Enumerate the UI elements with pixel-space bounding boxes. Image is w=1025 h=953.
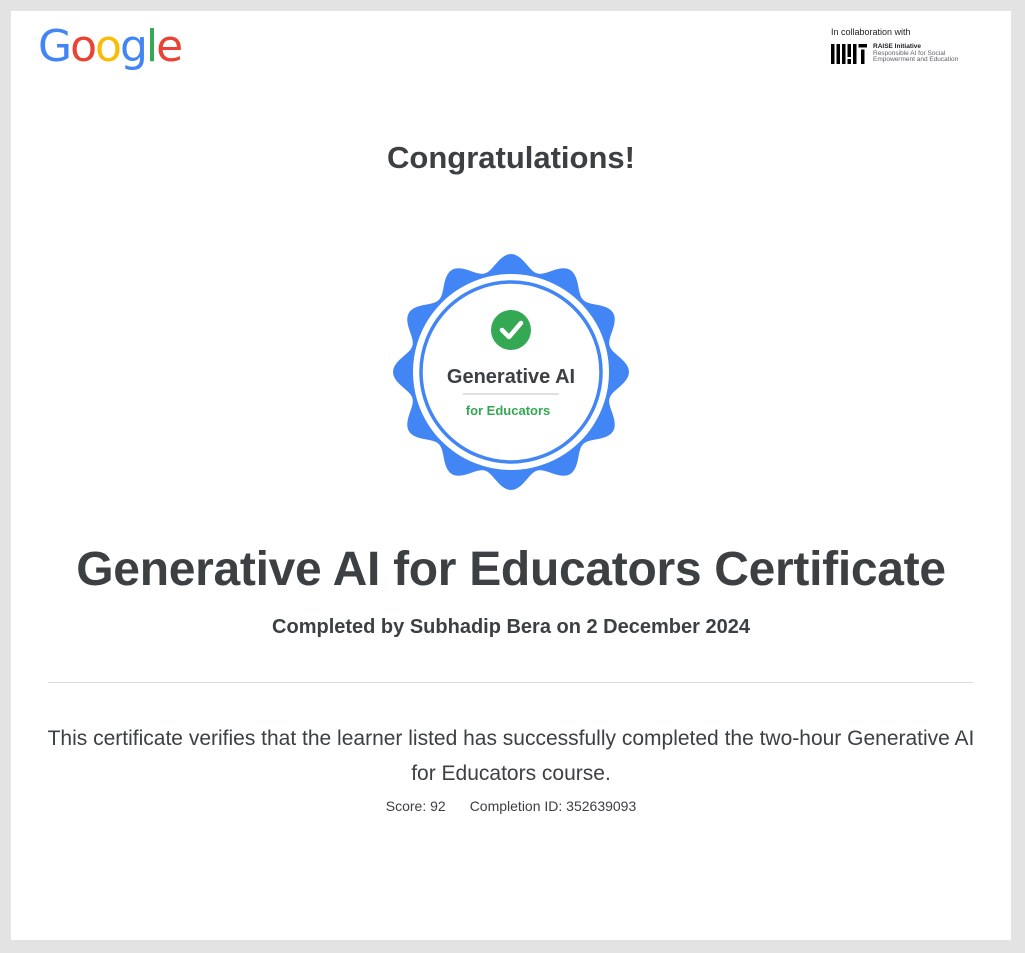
- raise-subtitle-line: Empowerment and Education: [873, 56, 959, 63]
- score-text: Score: 92: [385, 798, 446, 814]
- completed-by-line: Completed by Subhadip Bera on 2 December…: [272, 616, 750, 638]
- badge-title: Generative AI: [447, 366, 575, 388]
- logo-letter: o: [95, 21, 122, 72]
- course-badge: Generative AI for Educators: [391, 252, 631, 492]
- badge-subtitle: for Educators: [466, 403, 551, 418]
- badge-graphic: Generative AI for Educators: [393, 254, 629, 490]
- certificate-description: This certificate verifies that the learn…: [47, 727, 975, 785]
- logo-letter: g: [119, 21, 148, 72]
- collaboration-label: In collaboration with: [831, 27, 911, 37]
- certificate-card: Google In collaboration with RAISE Initi…: [11, 11, 1011, 940]
- logo-letter: G: [38, 21, 72, 72]
- partner-lockup: RAISE Initiative Responsible AI for Soci…: [831, 43, 959, 64]
- logo-letter: o: [70, 21, 97, 72]
- collaboration-block: In collaboration with RAISE Initiative R…: [831, 27, 1001, 64]
- mit-logo: [831, 44, 867, 64]
- certificate-title: Generative AI for Educators Certificate: [76, 543, 946, 596]
- certificate-meta: Score: 92 Completion ID: 352639093: [11, 797, 1011, 815]
- logo-letter: e: [156, 21, 183, 72]
- raise-initiative-text: RAISE Initiative Responsible AI for Soci…: [873, 43, 959, 64]
- completion-id-text: Completion ID: 352639093: [469, 798, 637, 814]
- divider: [48, 682, 973, 683]
- logo-letter: l: [145, 21, 158, 72]
- check-circle-icon: [491, 310, 531, 350]
- google-logo: Google: [38, 21, 183, 72]
- congratulations-heading: Congratulations!: [387, 140, 635, 175]
